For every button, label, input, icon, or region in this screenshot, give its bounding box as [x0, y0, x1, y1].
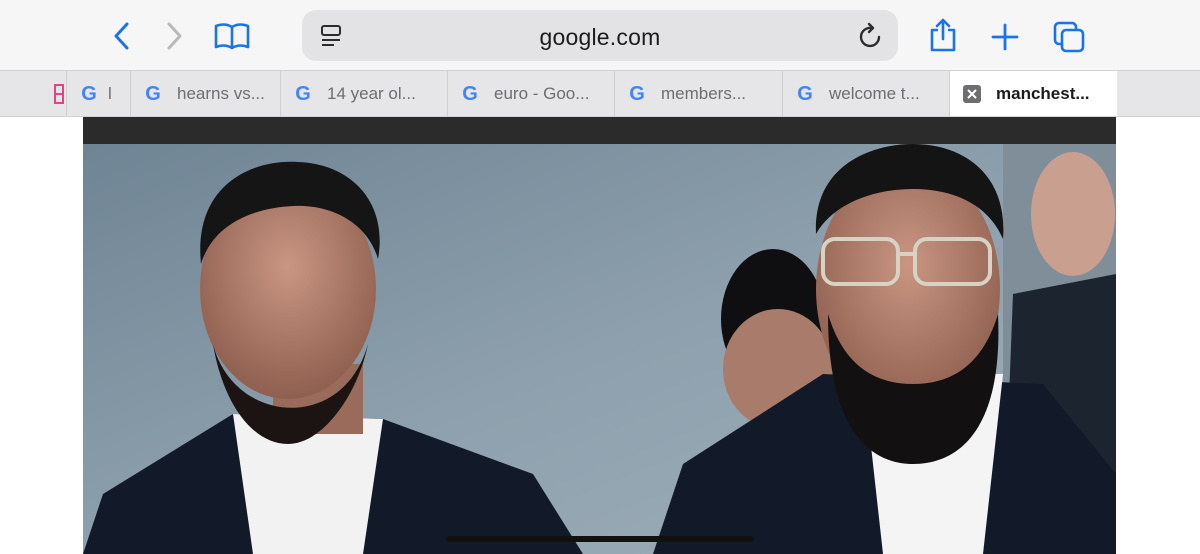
page-content	[0, 117, 1200, 554]
chevron-right-icon[interactable]	[160, 18, 190, 54]
pinned-icon	[54, 83, 64, 104]
google-icon: G	[295, 82, 311, 105]
tab-title: welcome t...	[829, 83, 920, 103]
tab-4[interactable]: G euro - Goo...	[447, 71, 614, 116]
tab-title: manchest...	[996, 83, 1090, 103]
address-text[interactable]: google.com	[302, 24, 898, 51]
close-icon[interactable]	[962, 84, 982, 104]
chevron-left-icon[interactable]	[106, 18, 136, 54]
tab-title: l	[108, 83, 112, 103]
address-bar[interactable]: google.com	[302, 10, 898, 61]
tab-active[interactable]: manchest...	[949, 71, 1117, 116]
tab-6[interactable]: G welcome t...	[782, 71, 949, 116]
browser-toolbar: google.com	[0, 0, 1200, 70]
google-icon: G	[797, 82, 813, 105]
reload-icon[interactable]	[858, 22, 884, 55]
tab-title: euro - Goo...	[494, 83, 590, 103]
tab-1[interactable]: G l	[66, 71, 130, 116]
google-icon: G	[462, 82, 478, 105]
google-icon: G	[81, 82, 97, 105]
book-icon[interactable]	[212, 18, 252, 54]
tab-3[interactable]: G 14 year ol...	[280, 71, 447, 116]
tab-title: members...	[661, 83, 747, 103]
google-icon: G	[145, 82, 161, 105]
tabs-overview-icon[interactable]	[1050, 18, 1088, 56]
tab-2[interactable]: G hearns vs...	[130, 71, 280, 116]
tab-title: hearns vs...	[177, 83, 265, 103]
plus-icon[interactable]	[988, 20, 1022, 54]
google-icon: G	[629, 82, 645, 105]
home-indicator	[446, 536, 754, 542]
tab-5[interactable]: G members...	[614, 71, 782, 116]
site-header-bar	[83, 117, 1116, 144]
tab-pinned[interactable]	[22, 71, 66, 116]
news-photo	[83, 144, 1116, 554]
share-icon[interactable]	[925, 15, 961, 55]
tab-strip: G l G hearns vs... G 14 year ol... G eur…	[0, 70, 1200, 117]
tab-title: 14 year ol...	[327, 83, 416, 103]
